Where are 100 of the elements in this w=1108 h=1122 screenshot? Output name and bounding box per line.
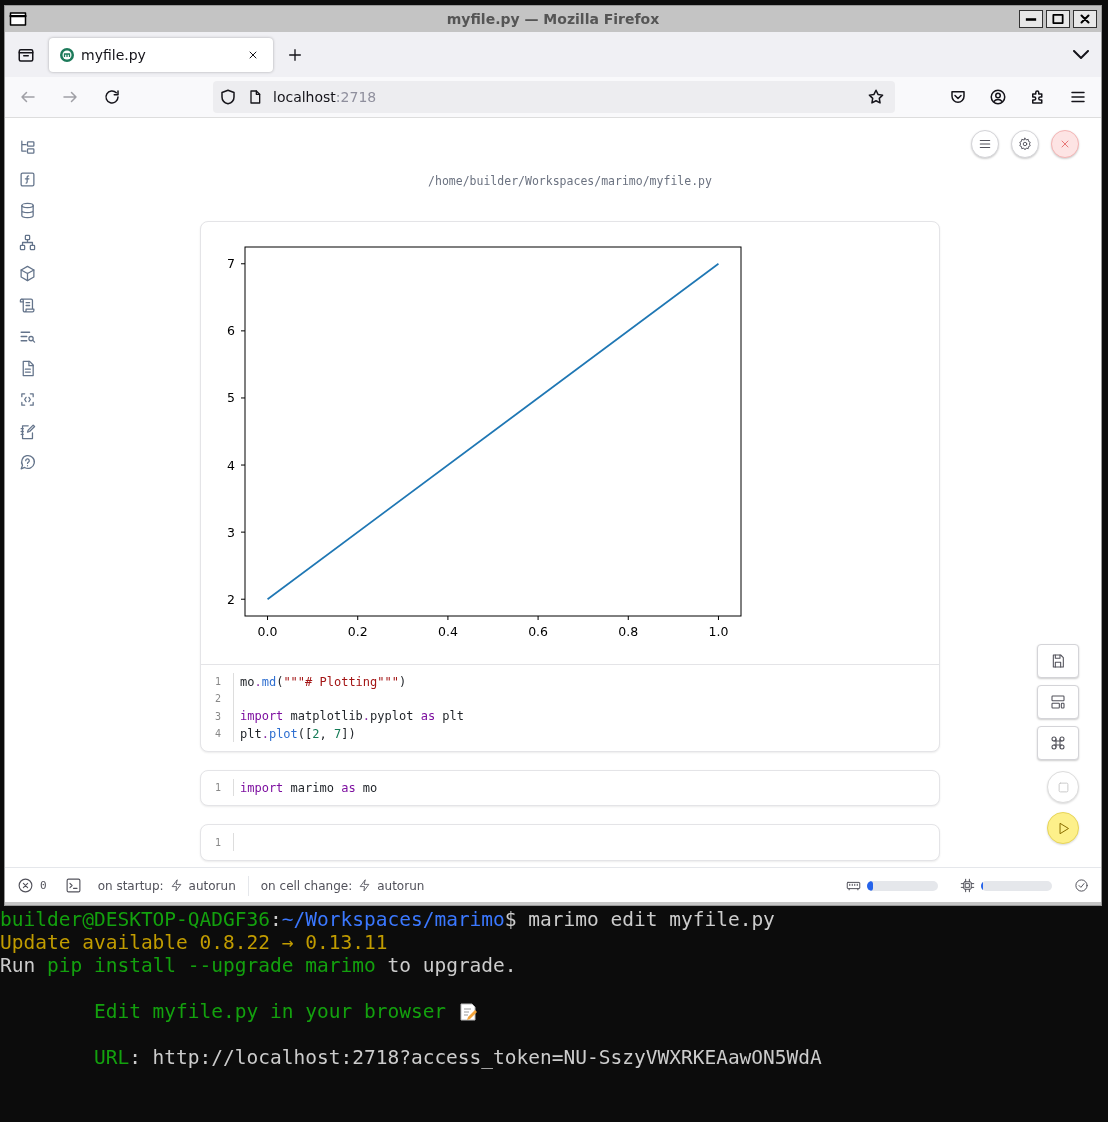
terminal-text: : <box>270 908 282 931</box>
file-tree-button[interactable] <box>18 139 36 156</box>
database-button[interactable] <box>18 202 36 219</box>
line-number: 1 <box>201 673 234 691</box>
startup-mode[interactable]: autorun <box>188 878 236 893</box>
layout-button[interactable] <box>1037 685 1079 719</box>
save-button[interactable] <box>1037 644 1079 678</box>
terminal-icon <box>64 877 82 894</box>
notebook-cell[interactable]: 1 import marimo as mo <box>200 770 940 807</box>
tab-title: myfile.py <box>81 46 147 63</box>
terminal-text: URL <box>93 1046 130 1069</box>
notebook-pen-button[interactable] <box>18 422 36 440</box>
url-text: localhost:2718 <box>273 89 378 105</box>
marimo-logo-icon <box>59 46 75 63</box>
y-tick-label: 7 <box>227 256 235 272</box>
terminal-text: pip install --upgrade marimo <box>46 954 376 977</box>
command-button[interactable] <box>1037 726 1079 760</box>
x-tick-label: 0.4 <box>437 624 458 639</box>
code-line: mo.md("""# Plotting""") <box>239 674 407 689</box>
line-number: 1 <box>201 779 234 797</box>
line-number: 3 <box>201 707 234 725</box>
notebook-cell[interactable]: 1 <box>200 824 940 861</box>
check-icon <box>1074 878 1089 893</box>
y-tick-label: 2 <box>227 591 235 607</box>
browser-tab[interactable]: myfile.py <box>49 37 273 72</box>
cell-change-mode[interactable]: autorun <box>377 878 425 893</box>
error-count: 0 <box>40 879 47 892</box>
layout-icon <box>1050 694 1066 710</box>
help-icon <box>18 454 36 471</box>
function-icon <box>18 170 36 188</box>
database-icon <box>18 202 36 219</box>
y-tick-label: 6 <box>227 323 235 339</box>
page-icon <box>247 89 263 105</box>
command-icon <box>1050 735 1066 751</box>
bolt-icon <box>169 879 183 892</box>
y-tick-label: 5 <box>227 390 235 406</box>
cell-change-label: on cell change: <box>260 878 353 893</box>
code-line: import marimo as mo <box>239 780 378 795</box>
terminal-button[interactable] <box>64 877 82 894</box>
memo-icon <box>457 1001 478 1022</box>
code-button[interactable] <box>18 391 36 408</box>
account-icon <box>989 88 1007 106</box>
chevron-down-icon <box>1073 50 1089 59</box>
bolt-icon <box>358 879 372 892</box>
file-tree-icon <box>18 139 36 156</box>
cpu-icon <box>960 878 975 893</box>
file-path: /home/builder/Workspaces/marimo/myfile.py <box>427 174 713 188</box>
minimize-button[interactable] <box>1019 10 1043 28</box>
terminal-text: ~/Workspaces/marimo <box>281 908 505 931</box>
window-title: myfile.py — Mozilla Firefox <box>446 11 660 27</box>
x-tick-label: 0.6 <box>528 624 549 639</box>
notebook-cell[interactable]: 0.0 0.2 0.4 0.6 0.8 1.0 2 3 4 5 6 7 1 mo.md("""# Plotting""") 2 3 import matplotlib.pyplot as plt 4 plt.plot([2, 7]) <box>200 221 940 753</box>
help-button[interactable] <box>18 454 36 471</box>
terminal-text: Edit myfile.py in your browser <box>93 1000 447 1023</box>
cube-button[interactable] <box>18 265 36 282</box>
terminal-text: Update available 0.8.22 → 0.13.11 <box>0 931 388 954</box>
notebook-menu-button[interactable] <box>971 130 999 158</box>
y-tick-label: 3 <box>227 524 235 540</box>
x-tick-label: 1.0 <box>708 624 729 639</box>
cpu-usage-bar <box>981 880 1052 891</box>
close-window-button[interactable] <box>1073 10 1097 28</box>
line-number: 4 <box>201 724 234 743</box>
terminal-text: $ marimo edit myfile.py <box>504 908 775 931</box>
function-button[interactable] <box>18 170 36 188</box>
terminal-text: : http://localhost:2718?access_token=NU-SszyVWXRKEAawON5WdA <box>129 1046 822 1069</box>
network-icon <box>18 233 36 251</box>
maximize-button[interactable] <box>1046 10 1070 28</box>
close-icon <box>1078 12 1092 26</box>
terminal-text: builder@DESKTOP-QADGF36 <box>0 908 271 931</box>
close-icon <box>1059 138 1071 150</box>
shield-icon <box>219 88 237 106</box>
error-icon <box>17 877 34 894</box>
terminal-text: to upgrade. <box>386 954 517 977</box>
settings-button[interactable] <box>1011 130 1039 158</box>
reload-icon <box>103 88 121 106</box>
window-menu-icon <box>9 10 27 28</box>
code-line: plt.plot([2, 7]) <box>239 726 356 741</box>
scroll-button[interactable] <box>18 296 36 314</box>
menu-icon <box>978 137 992 151</box>
network-button[interactable] <box>18 233 36 251</box>
line-number: 2 <box>201 690 234 708</box>
settings-icon <box>1018 137 1032 151</box>
y-tick-label: 4 <box>227 457 235 473</box>
star-icon <box>867 88 885 106</box>
stop-icon <box>1055 779 1071 795</box>
minimize-icon <box>1025 17 1037 21</box>
save-icon <box>1050 653 1066 669</box>
cube-icon <box>18 265 36 282</box>
notebook-pen-icon <box>18 422 36 440</box>
terminal-text: Run <box>0 954 37 977</box>
startup-label: on startup: <box>97 878 164 893</box>
code-line: import matplotlib.pyplot as plt <box>239 709 464 724</box>
pocket-icon <box>949 88 967 106</box>
x-tick-label: 0.0 <box>257 624 278 639</box>
memory-usage-bar <box>867 880 938 891</box>
x-tick-label: 0.8 <box>618 624 639 639</box>
maximize-icon <box>1051 12 1065 26</box>
address-bar[interactable]: localhost:2718 <box>213 81 895 113</box>
line-number: 1 <box>201 833 234 851</box>
code-icon <box>18 391 36 408</box>
